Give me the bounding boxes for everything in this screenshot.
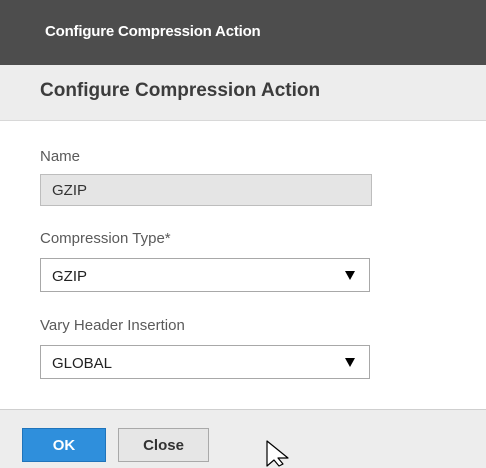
name-label: Name [40, 148, 81, 165]
ok-button[interactable]: OK [22, 428, 106, 462]
mouse-cursor-icon [266, 440, 289, 467]
chevron-down-icon [345, 358, 355, 367]
chevron-down-icon [345, 271, 355, 280]
dialog-header: Configure Compression Action [0, 65, 486, 121]
close-button[interactable]: Close [118, 428, 209, 462]
compression-type-select[interactable]: GZIP [40, 258, 370, 292]
dialog-footer: OK Close [0, 409, 486, 468]
dialog-titlebar: Configure Compression Action [0, 0, 486, 65]
page-title: Configure Compression Action [40, 80, 321, 101]
name-field[interactable] [40, 174, 372, 206]
compression-type-label: Compression Type* [40, 230, 171, 247]
compression-action-form: Name Compression Type* GZIP Vary Header … [0, 121, 486, 409]
compression-type-value: GZIP [52, 268, 88, 285]
vary-header-insertion-label: Vary Header Insertion [40, 317, 185, 334]
vary-header-insertion-value: GLOBAL [52, 355, 113, 372]
vary-header-insertion-select[interactable]: GLOBAL [40, 345, 370, 379]
dialog-window-title: Configure Compression Action [45, 23, 261, 40]
